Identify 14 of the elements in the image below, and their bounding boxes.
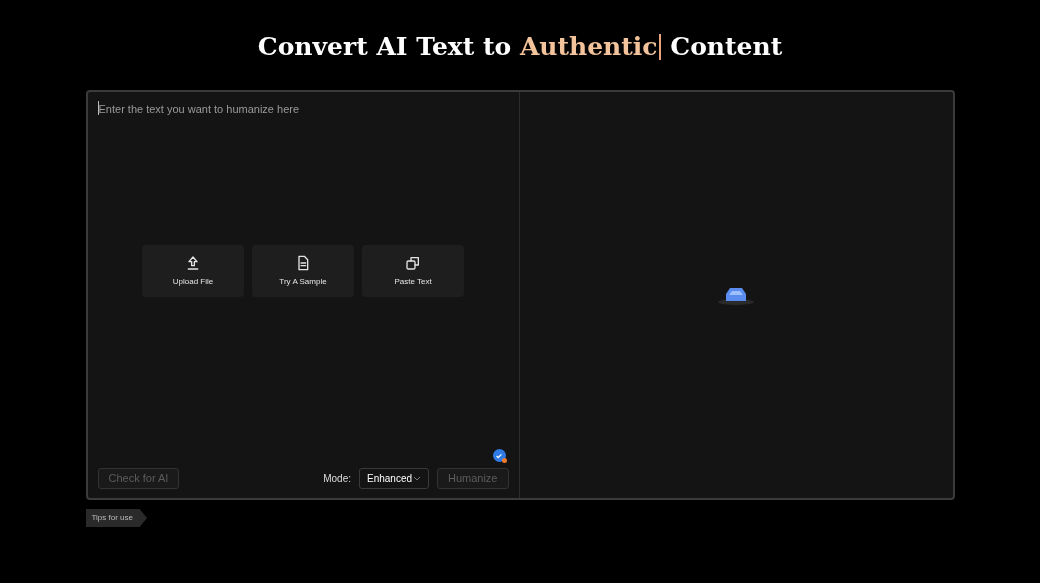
chevron-down-icon [412,475,421,482]
text-cursor [658,34,661,60]
tips-tab[interactable]: Tips for use [85,509,147,527]
text-input[interactable]: Enter the text you want to humanize here [97,101,509,115]
document-icon [295,254,311,271]
page-heading: Convert AI Text to Authentic Content [257,31,783,64]
mode-dropdown[interactable]: Enhanced [358,468,429,489]
check-badge-icon [492,449,506,462]
action-button[interactable]: Try A Sample [252,245,354,297]
action-button[interactable]: Paste Text [362,245,464,297]
upload-icon [185,254,201,271]
copy-icon [405,254,421,271]
mode-label: Mode: [323,472,351,486]
action-button[interactable]: Upload File [142,245,244,297]
